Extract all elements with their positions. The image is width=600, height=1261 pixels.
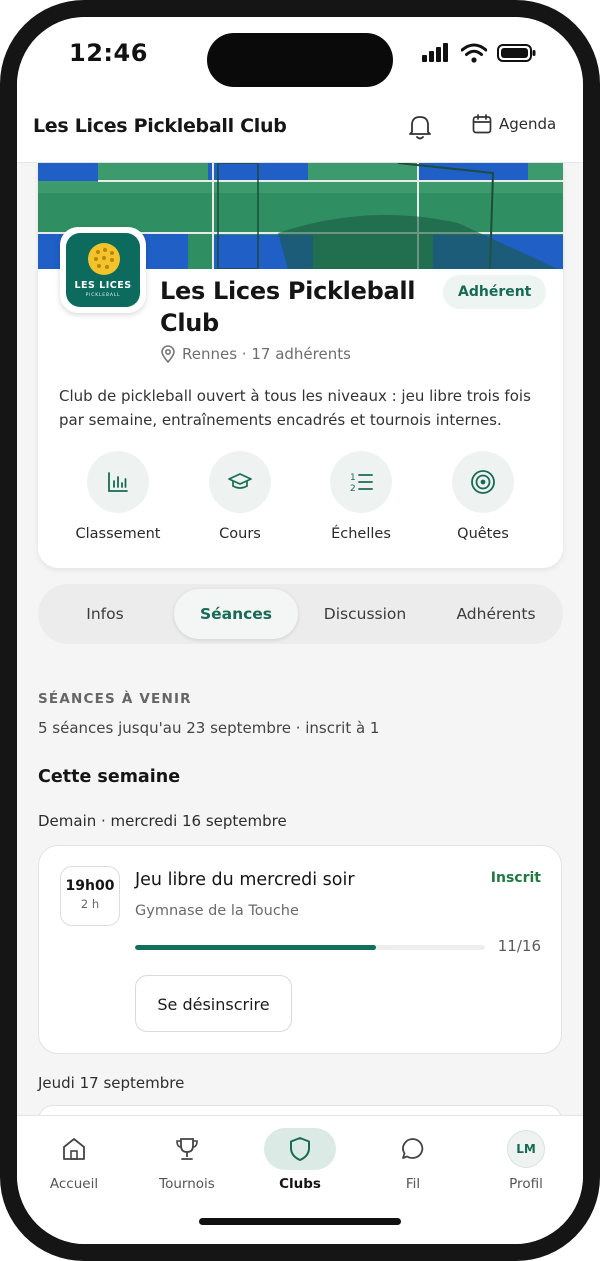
- club-actions: Classement Cours 1 2 Échelles Quêtes: [38, 451, 563, 551]
- nav-label: Fil: [405, 1176, 421, 1192]
- session-card[interactable]: 19h00 2 h Jeu libre du mercredi soir Gym…: [38, 845, 562, 1054]
- status-time: 12:46: [69, 39, 148, 67]
- agenda-button[interactable]: Agenda: [472, 114, 556, 134]
- chat-bubble-icon: [402, 1138, 424, 1159]
- screen: 12:46 Les Lices Pickleball Club Agenda L…: [17, 17, 583, 1244]
- session-title: Jeu libre du mercredi soir: [135, 870, 355, 890]
- session-time: 19h00: [65, 878, 115, 894]
- day-heading: Jeudi 17 septembre: [38, 1074, 185, 1092]
- club-logo: LES LICES PICKLEBALL: [60, 227, 146, 313]
- avatar: LM: [507, 1130, 545, 1168]
- tab-infos[interactable]: Infos: [42, 589, 168, 639]
- dynamic-island: [207, 33, 393, 87]
- action-echelles[interactable]: 1 2 Échelles: [301, 451, 421, 542]
- battery-icon: [497, 44, 536, 62]
- location-pin-icon: [161, 345, 175, 363]
- nav-label: Clubs: [279, 1176, 321, 1192]
- tab-bar: Infos Séances Discussion Adhérents: [38, 584, 563, 644]
- svg-text:2: 2: [350, 484, 356, 494]
- graduation-cap-icon: [228, 473, 252, 489]
- session-place: Gymnase de la Touche: [135, 903, 299, 919]
- numbered-list-icon: 1 2: [350, 473, 373, 494]
- nav-tournois[interactable]: Tournois: [132, 1128, 242, 1192]
- nav-fil[interactable]: Fil: [358, 1128, 468, 1192]
- nav-profil[interactable]: LM Profil: [471, 1128, 581, 1192]
- session-status: Inscrit: [490, 870, 541, 886]
- nav-label: Tournois: [159, 1176, 215, 1192]
- notifications-button[interactable]: [407, 113, 433, 145]
- calendar-icon: [472, 114, 492, 134]
- week-heading: Cette semaine: [38, 767, 181, 787]
- logo-subtext: PICKLEBALL: [85, 293, 121, 298]
- action-label: Classement: [75, 526, 161, 542]
- signal-icon: [422, 43, 448, 62]
- status-bar: 12:46: [17, 17, 583, 93]
- club-location-text: Rennes · 17 adhérents: [182, 345, 351, 363]
- action-label: Échelles: [331, 526, 391, 542]
- pickleball-icon: [88, 243, 120, 275]
- action-classement[interactable]: Classement: [58, 451, 178, 542]
- bell-icon: [409, 116, 431, 140]
- nav-label: Profil: [509, 1176, 543, 1192]
- session-count: 11/16: [497, 937, 541, 955]
- nav-label: Accueil: [49, 1176, 99, 1192]
- action-label: Cours: [219, 526, 261, 542]
- shield-icon: [290, 1137, 310, 1161]
- home-indicator: [199, 1218, 401, 1225]
- logo-text: LES LICES: [74, 280, 132, 291]
- day-heading: Demain · mercredi 16 septembre: [38, 812, 287, 830]
- nav-clubs[interactable]: Clubs: [245, 1128, 355, 1192]
- tab-adherents[interactable]: Adhérents: [432, 589, 560, 639]
- section-label: SÉANCES À VENIR: [38, 691, 192, 707]
- session-duration: 2 h: [80, 897, 100, 911]
- app-header: Les Lices Pickleball Club Agenda: [17, 93, 583, 163]
- tab-discussion[interactable]: Discussion: [302, 589, 428, 639]
- session-time-box: 19h00 2 h: [60, 866, 120, 926]
- capacity-progress-bar: [135, 945, 485, 950]
- action-quetes[interactable]: Quêtes: [423, 451, 543, 542]
- tab-seances[interactable]: Séances: [174, 589, 298, 639]
- status-icons: [421, 43, 537, 63]
- trophy-icon: [176, 1138, 198, 1160]
- svg-text:1: 1: [350, 473, 356, 483]
- action-cours[interactable]: Cours: [180, 451, 300, 542]
- club-card: LES LICES PICKLEBALL Les Lices Picklebal…: [38, 163, 563, 568]
- club-location: Rennes · 17 adhérents: [160, 345, 351, 363]
- home-icon: [63, 1138, 85, 1160]
- capacity-progress-fill: [135, 945, 376, 950]
- phone-frame: 12:46 Les Lices Pickleball Club Agenda L…: [0, 0, 600, 1261]
- action-label: Quêtes: [457, 526, 509, 542]
- club-name: Les Lices Pickleball Club: [160, 277, 416, 337]
- nav-accueil[interactable]: Accueil: [19, 1128, 129, 1192]
- member-badge: Adhérent: [443, 275, 547, 309]
- chart-icon: [108, 472, 128, 492]
- header-title: Les Lices Pickleball Club: [33, 115, 287, 137]
- unsubscribe-button[interactable]: Se désinscrire: [135, 975, 292, 1032]
- sessions-summary: 5 séances jusqu'au 23 septembre · inscri…: [38, 719, 380, 737]
- target-icon: [471, 470, 495, 494]
- wifi-icon: [461, 43, 487, 63]
- agenda-label: Agenda: [499, 115, 557, 133]
- club-description: Club de pickleball ouvert à tous les niv…: [59, 387, 531, 429]
